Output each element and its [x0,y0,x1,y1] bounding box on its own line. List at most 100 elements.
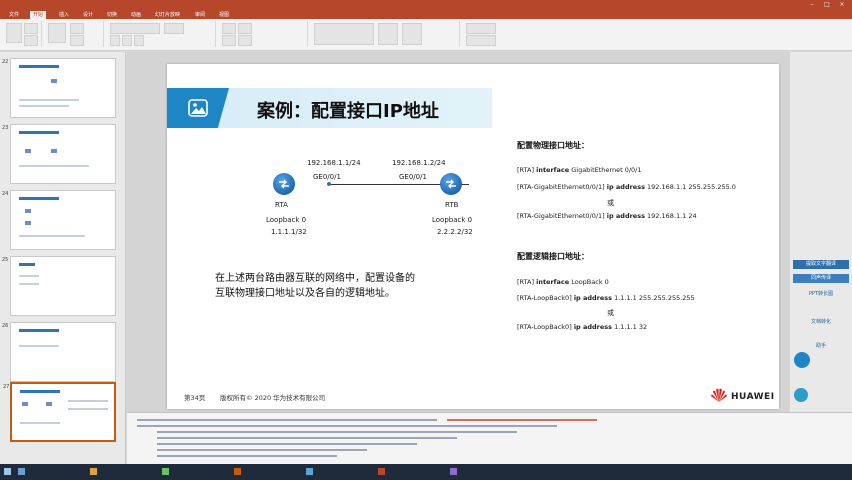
paragraph-group [218,21,308,47]
title-bar: – □ × [0,0,852,10]
thumbnail-text [19,165,89,167]
maximize-icon[interactable]: □ [821,1,833,9]
thumbnail-text [19,345,59,347]
thumbnail-title-bar [19,197,59,200]
document-convert-link[interactable]: 文档转化 [793,318,849,327]
align-center-button[interactable] [238,35,252,46]
taskbar-app[interactable] [306,467,315,477]
physical-config-heading: 配置物理接口地址： [517,141,589,150]
powerpoint-window: – □ × 文件 开始 插入 设计 切换 动画 幻灯片放映 审阅 视图 22 2… [0,0,852,480]
ribbon-tabs: 文件 开始 插入 设计 切换 动画 幻灯片放映 审阅 视图 [0,10,852,19]
notes-text [157,437,457,439]
taskbar-app[interactable] [378,467,387,477]
notes-text [137,419,437,421]
slide-number: 26 [2,323,9,329]
start-button[interactable] [4,467,13,477]
tab-home[interactable]: 开始 [30,11,47,19]
thumbnail-title-bar [19,329,59,332]
underline-button[interactable] [134,35,144,46]
italic-button[interactable] [122,35,132,46]
tab-transitions[interactable]: 切换 [104,11,120,19]
physical-config-line: [RTA] interface GigabitEthernet 0/0/1 [517,166,642,174]
slide-number: 25 [2,257,9,263]
slide-thumbnail-selected[interactable]: 27 [3,382,116,442]
numbering-button[interactable] [238,23,252,34]
new-slide-button[interactable] [48,23,66,43]
layout-button[interactable] [70,23,84,34]
assistant-avatar-icon[interactable] [794,352,810,368]
font-family-select[interactable] [110,23,160,34]
slide-workspace[interactable]: 案例：配置接口IP地址 192.168.1.1/24 192.168.1.2/2… [127,52,790,412]
slide-thumbnail[interactable]: 22 [2,58,116,118]
assistant-link[interactable]: 助手 [793,342,849,351]
rtb-ip-label: 192.168.1.2/24 [392,159,446,167]
font-size-select[interactable] [164,23,184,34]
rta-port-label: GE0/0/1 [313,173,341,181]
tab-file[interactable]: 文件 [6,11,22,19]
thumbnail-router-icon [25,221,31,225]
slide-thumbnail[interactable]: 26 [2,322,116,382]
slide-thumbnail[interactable]: 24 [2,190,116,250]
router-rtb-icon[interactable] [440,173,462,195]
slide-number: 24 [2,191,9,197]
simultaneous-interpretation-button[interactable]: 同声传译 [793,274,849,283]
or-label: 或 [607,199,614,207]
rta-name: RTA [275,201,288,209]
tab-animations[interactable]: 动画 [128,11,144,19]
align-left-button[interactable] [222,35,236,46]
close-icon[interactable]: × [836,1,848,9]
description-line: 在上述两台路由器互联的网络中，配置设备的 [215,273,415,284]
tab-slideshow[interactable]: 幻灯片放映 [152,11,183,19]
slide-number: 23 [2,125,9,131]
huawei-logo-text: HUAWEI [731,392,775,402]
help-icon[interactable] [794,388,808,402]
speaker-notes[interactable] [127,412,852,464]
thumbnail-title-bar [19,65,59,68]
thumbnail-text [19,235,85,237]
physical-config-line: [RTA-GigabitEthernet0/0/1] ip address 19… [517,183,736,191]
cut-button[interactable] [24,23,38,34]
thumbnail-text [68,400,108,402]
slide-number: 27 [3,384,10,390]
notes-text [157,455,337,457]
taskbar-app[interactable] [162,467,171,477]
thumbnail-text [20,422,60,424]
taskbar-app[interactable] [18,467,27,477]
copy-button[interactable] [24,35,38,46]
thumbnail-router-icon [22,402,28,406]
slide-canvas[interactable]: 案例：配置接口IP地址 192.168.1.1/24 192.168.1.2/2… [167,64,779,409]
router-rta-icon[interactable] [273,173,295,195]
slide-title[interactable]: 案例：配置接口IP地址 [257,97,439,123]
physical-config-line: [RTA-GigabitEthernet0/0/1] ip address 19… [517,212,697,220]
rta-loopback-ip: 1.1.1.1/32 [271,228,307,236]
shapes-gallery[interactable] [314,23,374,45]
bullets-button[interactable] [222,23,236,34]
tab-insert[interactable]: 插入 [56,11,72,19]
thumbnail-title-bar [19,263,35,266]
tab-view[interactable]: 视图 [216,11,232,19]
bold-button[interactable] [110,35,120,46]
find-button[interactable] [466,23,496,34]
notes-text [157,443,417,445]
logical-config-line: [RTA-LoopBack0] ip address 1.1.1.1 255.2… [517,294,695,302]
arrange-button[interactable] [378,23,398,45]
taskbar-app[interactable] [450,467,459,477]
tab-design[interactable]: 设计 [80,11,96,19]
slide-thumbnail[interactable]: 23 [2,124,116,184]
ppt-to-image-link[interactable]: PPT转长图 [793,290,849,299]
extract-translate-button[interactable]: 提取文字翻译 [793,260,849,269]
reset-button[interactable] [70,35,84,46]
rtb-name: RTB [445,201,459,209]
minimize-icon[interactable]: – [806,1,818,9]
tab-review[interactable]: 审阅 [192,11,208,19]
taskbar-app[interactable] [234,467,243,477]
slide-thumbnail-pane[interactable]: 22 23 24 25 26 27 [0,52,126,464]
slide-thumbnail[interactable]: 25 [2,256,116,316]
quick-styles-button[interactable] [402,23,422,45]
paste-button[interactable] [6,23,22,43]
taskbar-app[interactable] [90,467,99,477]
rta-loopback-label: Loopback 0 [266,216,307,224]
replace-button[interactable] [466,35,496,46]
notes-text [447,419,597,421]
case-description: 在上述两台路由器互联的网络中，配置设备的 互联物理接口地址以及各自的逻辑地址。 [215,271,415,301]
